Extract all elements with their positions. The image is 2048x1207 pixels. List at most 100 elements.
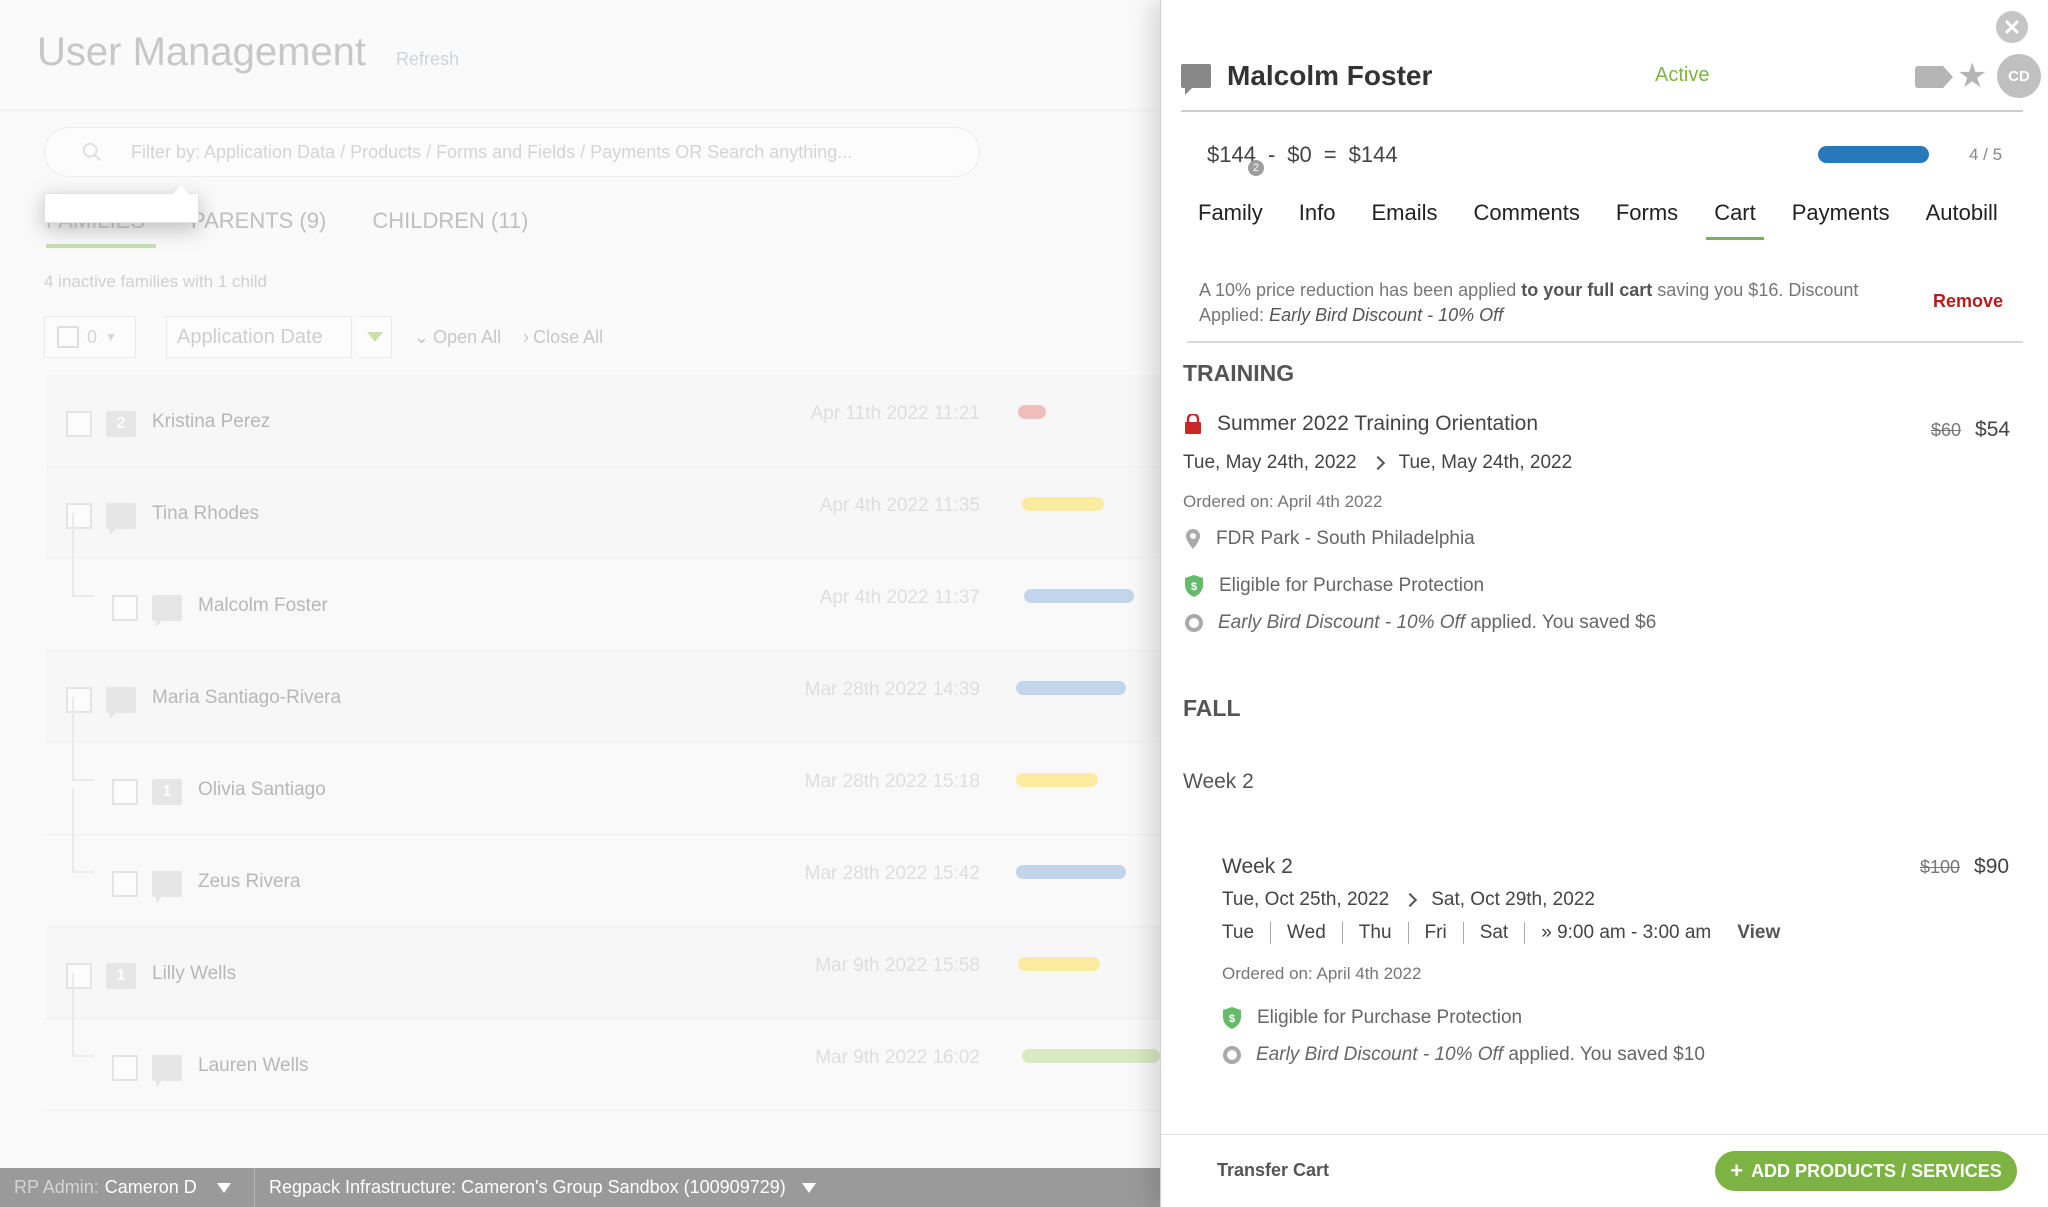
row-name[interactable]: Olivia Santiago [198, 779, 326, 801]
status-pill [1022, 497, 1104, 511]
chat-icon [106, 503, 136, 535]
view-schedule-link[interactable]: View [1727, 922, 1780, 944]
current-price: $54 [1975, 418, 2011, 441]
fall-item-name[interactable]: Week 2 [1222, 855, 1293, 879]
progress-bar [1818, 146, 1929, 163]
filter-search-box[interactable]: Filter by: Application Data / Products /… [44, 127, 980, 177]
tab-emails[interactable]: Emails [1371, 200, 1437, 240]
table-row[interactable]: Maria Santiago-Rivera Mar 28th 2022 14:3… [46, 651, 1160, 743]
table-row[interactable]: 1 Olivia Santiago Mar 28th 2022 15:18 [46, 697, 1160, 835]
select-all-dropdown[interactable]: 0 ▼ [44, 316, 136, 358]
start-date: Tue, Oct 25th, 2022 [1222, 889, 1390, 910]
protection-line: $ Eligible for Purchase Protection [1183, 574, 1484, 598]
row-date: Apr 4th 2022 11:35 [819, 495, 980, 516]
location-line: FDR Park - South Philadelphia [1184, 528, 1475, 550]
row-name[interactable]: Tina Rhodes [152, 503, 259, 525]
org-selector[interactable]: Regpack Infrastructure: Cameron's Group … [255, 1177, 816, 1198]
select-all-checkbox[interactable] [57, 326, 79, 348]
table-row[interactable]: Malcolm Foster Apr 4th 2022 11:37 [46, 513, 1160, 651]
count-badge-icon: 1 [152, 779, 182, 805]
sort-select[interactable]: Application Date [166, 316, 352, 358]
row-checkbox[interactable] [112, 1055, 138, 1081]
row-name[interactable]: Malcolm Foster [198, 595, 328, 617]
svg-text:$: $ [1229, 1013, 1235, 1025]
open-all-button[interactable]: ⌄ Open All [414, 327, 501, 348]
training-item-price: $60 $54 [1931, 418, 2010, 442]
status-badge[interactable]: Active [1655, 64, 1709, 87]
tree-connector [72, 789, 94, 873]
sort-dropdown-button[interactable] [358, 316, 392, 358]
tab-payments[interactable]: Payments [1792, 200, 1890, 240]
location-text: FDR Park - South Philadelphia [1216, 528, 1475, 549]
star-icon[interactable]: ★ [1957, 56, 1987, 96]
tab-autobill[interactable]: Autobill [1926, 200, 1998, 240]
remove-discount-button[interactable]: Remove [1933, 291, 2003, 312]
count-badge-icon: 2 [106, 411, 136, 437]
row-checkbox[interactable] [112, 871, 138, 897]
tab-cart[interactable]: Cart [1706, 200, 1764, 240]
tree-connector [72, 973, 94, 1057]
list-controls: 0 ▼ Application Date ⌄ Open All › Close … [44, 316, 603, 358]
fall-date-range: Tue, Oct 25th, 2022 Sat, Oct 29th, 2022 [1222, 889, 1595, 911]
protection-line: $ Eligible for Purchase Protection [1221, 1006, 1522, 1030]
row-checkbox[interactable] [66, 411, 92, 437]
row-name[interactable]: Zeus Rivera [198, 871, 300, 893]
row-name[interactable]: Lauren Wells [198, 1055, 309, 1077]
shield-icon: $ [1185, 575, 1203, 597]
table-row[interactable]: Zeus Rivera Mar 28th 2022 15:42 [46, 789, 1160, 927]
tab-children[interactable]: CHILDREN (11) [372, 208, 528, 248]
transfer-cart-button[interactable]: Transfer Cart [1217, 1160, 1329, 1181]
table-row[interactable]: Lauren Wells Mar 9th 2022 16:02 [46, 973, 1160, 1111]
status-pill [1024, 589, 1134, 603]
total-amount: $144 [1348, 142, 1398, 167]
table-row[interactable]: Tina Rhodes Apr 4th 2022 11:35 [46, 467, 1160, 559]
close-panel-button[interactable] [1996, 11, 2028, 43]
table-row[interactable]: 2 Kristina Perez Apr 11th 2022 11:21 [46, 375, 1160, 467]
tab-comments[interactable]: Comments [1474, 200, 1580, 240]
divider [1187, 341, 2023, 343]
chat-icon [106, 687, 136, 719]
section-title-training: TRAINING [1183, 360, 1295, 386]
current-price: $90 [1974, 855, 2010, 878]
table-row[interactable]: 1 Lilly Wells Mar 9th 2022 15:58 [46, 927, 1160, 1019]
tab-family[interactable]: Family [1198, 200, 1263, 240]
discount-text-italic: Early Bird Discount - 10% Off [1269, 305, 1504, 325]
svg-text:$: $ [1191, 581, 1197, 593]
original-price: $60 [1931, 420, 1962, 440]
row-checkbox[interactable] [112, 779, 138, 805]
chat-icon [152, 871, 182, 903]
discount-line: Early Bird Discount - 10% Off applied. Y… [1184, 612, 1656, 634]
row-checkbox[interactable] [112, 595, 138, 621]
end-date: Tue, May 24th, 2022 [1398, 452, 1573, 473]
chat-icon[interactable] [1181, 64, 1211, 95]
page-title: User Management [37, 30, 367, 74]
row-name[interactable]: Lilly Wells [152, 963, 236, 985]
refresh-link[interactable]: Refresh [396, 49, 459, 70]
tag-icon[interactable] [1915, 66, 1953, 88]
tab-info[interactable]: Info [1299, 200, 1336, 240]
user-name: Malcolm Foster [1227, 60, 1433, 91]
tab-forms[interactable]: Forms [1616, 200, 1678, 240]
status-pill [1016, 865, 1126, 879]
discount-saved: applied. You saved $6 [1465, 612, 1657, 633]
admin-selector[interactable]: RP Admin: Cameron D [0, 1168, 255, 1207]
row-date: Mar 9th 2022 16:02 [815, 1047, 980, 1068]
equals-sign: = [1323, 142, 1337, 167]
day-label: Sat [1464, 922, 1526, 944]
tree-connector [72, 697, 94, 781]
day-label: Fri [1409, 922, 1464, 944]
status-pill [1018, 957, 1100, 971]
progress-text: 4 / 5 [1969, 145, 2003, 164]
end-date: Sat, Oct 29th, 2022 [1431, 889, 1595, 910]
page-header: User Management Refresh [37, 30, 459, 75]
close-all-label: Close All [533, 326, 604, 347]
row-name[interactable]: Kristina Perez [152, 411, 270, 433]
close-all-button[interactable]: › Close All [523, 327, 603, 348]
discount-text: Early Bird Discount - 10% Off applied. Y… [1256, 1044, 1705, 1066]
add-products-button[interactable]: + ADD PRODUCTS / SERVICES [1715, 1151, 2017, 1191]
avatar[interactable]: CD [1997, 54, 2041, 98]
row-name[interactable]: Maria Santiago-Rivera [152, 687, 341, 709]
training-item-name[interactable]: Summer 2022 Training Orientation [1217, 412, 1538, 436]
day-label: Thu [1343, 922, 1409, 944]
tab-parents[interactable]: PARENTS (9) [191, 208, 326, 248]
